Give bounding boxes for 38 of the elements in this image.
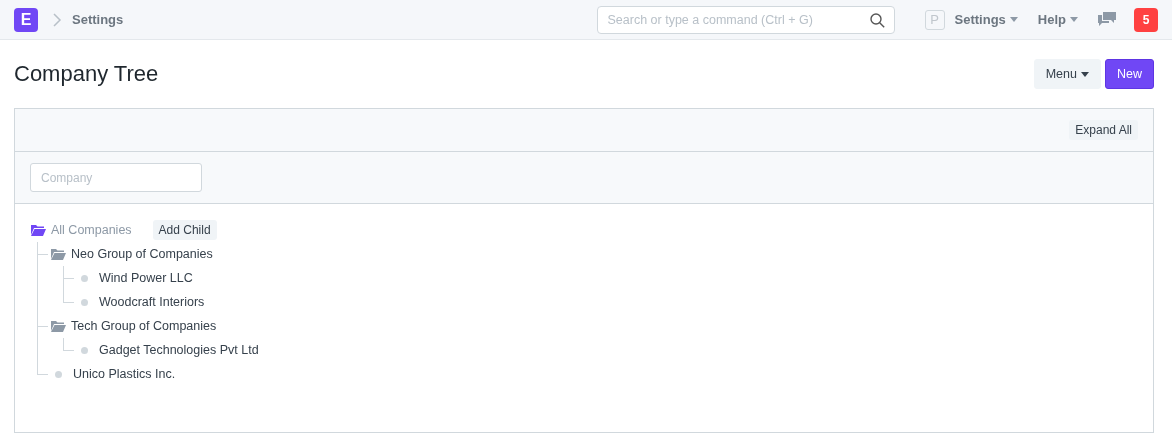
caret-icon — [1081, 71, 1089, 77]
company-filter-field[interactable]: Company — [30, 163, 202, 192]
leaf-dot-icon — [81, 298, 88, 306]
tree-connector-line — [37, 242, 48, 255]
nav-menu[interactable]: Settings — [954, 12, 1018, 27]
tree-item[interactable]: Neo Group of Companies — [71, 247, 213, 261]
tree-branch-line — [63, 278, 64, 290]
tree-connector-line — [37, 362, 48, 375]
tree-item[interactable]: Unico Plastics Inc. — [73, 367, 176, 381]
nav-menu[interactable]: Help — [1037, 12, 1078, 27]
chevron-icon — [52, 12, 62, 27]
tree-item[interactable]: Gadget Technologies Pvt Ltd — [99, 343, 259, 357]
tree-connector-line — [63, 290, 74, 303]
tree-connector-line — [37, 314, 48, 327]
new-button[interactable]: New — [1105, 59, 1154, 89]
caret-icon — [1009, 17, 1018, 22]
search-icon — [869, 12, 885, 28]
chat-icon[interactable] — [1098, 12, 1116, 27]
tree-item[interactable]: Tech Group of Companies — [71, 319, 217, 333]
leaf-dot-icon — [81, 274, 88, 282]
tree-connector-line — [63, 266, 74, 279]
page-title: Company Tree — [14, 61, 159, 87]
caret-icon — [1070, 17, 1078, 22]
tree-item[interactable]: Wind Power LLC — [99, 271, 193, 285]
add-child-button[interactable]: Add Child — [152, 220, 217, 240]
folder-icon — [51, 320, 66, 332]
tree-item[interactable]: Woodcraft Interiors — [99, 295, 205, 309]
search-field[interactable]: Search or type a command (Ctrl + G) — [596, 5, 895, 34]
expand-all-button[interactable]: Expand All — [1069, 120, 1138, 140]
leaf-dot-icon — [81, 346, 88, 354]
tree-connector-line — [63, 338, 74, 351]
tree-branch-line — [37, 326, 38, 362]
menu-button[interactable]: Menu — [1033, 59, 1101, 89]
app-logo[interactable]: E — [14, 7, 38, 32]
tree-branch-line — [37, 254, 38, 314]
leaf-dot-icon — [55, 370, 62, 378]
folder-icon — [51, 248, 66, 260]
breadcrumb-link[interactable]: Settings — [72, 12, 124, 27]
